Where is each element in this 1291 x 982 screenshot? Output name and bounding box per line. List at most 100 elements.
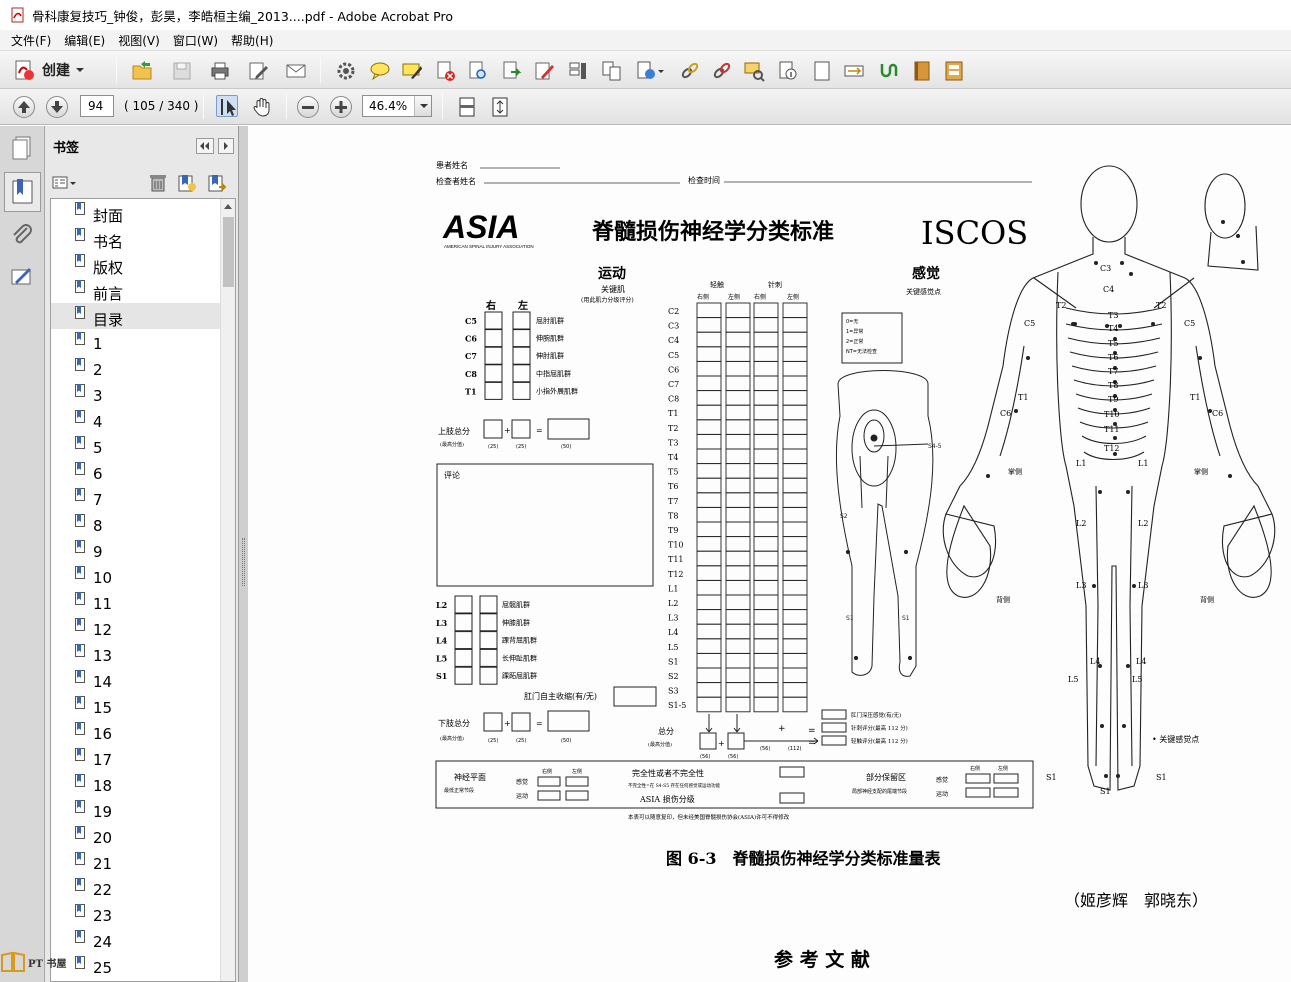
previous-page-button[interactable]	[13, 96, 35, 118]
document-viewport[interactable]: 患者姓名 检查者姓名 检查时间 ASIA AMERICAN SPINAL INJ…	[248, 126, 1291, 982]
bookmark-item[interactable]: 19	[51, 797, 235, 823]
comment-button[interactable]	[368, 59, 390, 81]
anal-contraction-label: 肛门自主收缩(有/无)	[524, 691, 597, 701]
zoom-in-button[interactable]	[330, 96, 352, 118]
organize-pages-button[interactable]	[942, 59, 964, 81]
menu-file[interactable]: 文件(F)	[6, 32, 56, 49]
chevron-down-icon[interactable]	[414, 96, 431, 116]
anal-sensation-box	[821, 709, 847, 720]
settings-button[interactable]	[334, 59, 356, 81]
extract-page-button[interactable]	[500, 59, 522, 81]
sensory-key-points	[986, 220, 1245, 778]
replace-button[interactable]	[842, 59, 864, 81]
page-thumbnails-button[interactable]	[7, 132, 37, 162]
bookmark-item[interactable]: 13	[51, 641, 235, 667]
menu-edit[interactable]: 编辑(E)	[59, 32, 110, 49]
blank-page-button[interactable]	[810, 59, 832, 81]
bookmark-item[interactable]: 目录	[51, 303, 235, 329]
signatures-button[interactable]	[7, 262, 37, 292]
stamp-button[interactable]	[742, 59, 765, 82]
unlink-button[interactable]	[710, 59, 732, 81]
bookmark-item[interactable]: 6	[51, 459, 235, 485]
bookmark-item[interactable]: 8	[51, 511, 235, 537]
bookmark-item[interactable]: 2	[51, 355, 235, 381]
bookmark-item[interactable]: 3	[51, 381, 235, 407]
new-bookmark-icon[interactable]	[177, 173, 197, 193]
select-tool-button[interactable]	[216, 95, 238, 117]
scrollbar-thumb[interactable]	[223, 217, 234, 287]
bookmark-item[interactable]: 23	[51, 901, 235, 927]
next-page-button[interactable]	[46, 96, 68, 118]
sensory-score-cell	[696, 609, 722, 625]
panel-splitter[interactable]	[239, 126, 248, 982]
bookmarks-tab-button[interactable]	[4, 172, 41, 212]
bookmark-item[interactable]: 22	[51, 875, 235, 901]
bookmark-item[interactable]: 9	[51, 537, 235, 563]
menu-view[interactable]: 视图(V)	[113, 32, 165, 49]
share-dropdown-button[interactable]	[634, 59, 664, 81]
comment-bubble-icon	[370, 62, 390, 81]
bookmark-item[interactable]: 17	[51, 745, 235, 771]
bookmark-item[interactable]: 书名	[51, 225, 235, 251]
edit-document-button[interactable]	[246, 59, 268, 81]
scroll-mode-button[interactable]	[455, 95, 477, 117]
bookmark-item[interactable]: 版权	[51, 251, 235, 277]
zoom-out-button[interactable]	[297, 96, 319, 118]
bookmark-item[interactable]: 12	[51, 615, 235, 641]
link-button[interactable]	[678, 59, 700, 81]
bookmark-item[interactable]: 7	[51, 485, 235, 511]
notebook-button[interactable]	[910, 59, 932, 81]
menu-window[interactable]: 窗口(W)	[168, 32, 223, 49]
printer-icon	[211, 62, 229, 80]
form-button[interactable]	[566, 59, 588, 81]
bookmark-item[interactable]: 21	[51, 849, 235, 875]
bookmark-item[interactable]: 18	[51, 771, 235, 797]
zoom-select[interactable]: 46.4%	[362, 95, 432, 117]
bookmark-item[interactable]: 4	[51, 407, 235, 433]
panel-options-icon[interactable]	[218, 138, 234, 154]
sensory-point-mark	[1116, 774, 1120, 778]
search-page-button[interactable]	[466, 59, 488, 81]
bookmark-item[interactable]: 16	[51, 719, 235, 745]
bookmark-item[interactable]: 11	[51, 589, 235, 615]
hand-tool-button[interactable]	[250, 95, 272, 117]
bookmarks-scrollbar[interactable]	[220, 199, 235, 981]
bookmark-item[interactable]: 5	[51, 433, 235, 459]
create-button[interactable]: 创建	[12, 58, 84, 82]
bookmark-label: 8	[93, 517, 103, 535]
sensory-score-cell	[782, 594, 808, 611]
email-button[interactable]	[284, 59, 306, 81]
sign-button[interactable]	[532, 59, 554, 81]
collapse-panel-icon[interactable]	[196, 138, 214, 154]
highlight-button[interactable]	[400, 59, 422, 81]
rotate-button[interactable]	[876, 59, 898, 81]
page-number-input[interactable]: 94	[80, 95, 114, 117]
page-info-button[interactable]	[776, 59, 798, 81]
expand-bookmark-icon[interactable]	[207, 173, 227, 193]
bookmark-options-icon[interactable]	[52, 174, 78, 192]
scroll-up-icon[interactable]	[224, 204, 232, 209]
sensory-score-cell	[725, 594, 751, 611]
bookmark-item[interactable]: 前言	[51, 277, 235, 303]
bookmark-item[interactable]: 20	[51, 823, 235, 849]
attachments-button[interactable]	[7, 220, 37, 250]
menu-help[interactable]: 帮助(H)	[226, 32, 278, 49]
splitter-grip[interactable]	[242, 538, 245, 586]
bookmark-item[interactable]: 1	[51, 329, 235, 355]
pin-prick-label: 针刺	[768, 280, 782, 289]
motor-left-score-box	[479, 648, 498, 667]
delete-page-button[interactable]	[434, 59, 456, 81]
bookmark-item[interactable]: 14	[51, 667, 235, 693]
sensory-level-label: T4	[668, 453, 678, 462]
bookmark-item[interactable]: 15	[51, 693, 235, 719]
fit-page-button[interactable]	[488, 95, 510, 117]
save-button[interactable]	[170, 59, 192, 81]
motor-heading: 运动	[598, 265, 626, 282]
bookmark-item[interactable]: 10	[51, 563, 235, 589]
print-button[interactable]	[208, 59, 230, 81]
open-button[interactable]	[130, 59, 152, 81]
bookmark-label: 目录	[93, 311, 124, 329]
trash-icon[interactable]	[149, 173, 167, 193]
combine-button[interactable]	[600, 59, 622, 81]
bookmark-item[interactable]: 封面	[51, 199, 235, 225]
